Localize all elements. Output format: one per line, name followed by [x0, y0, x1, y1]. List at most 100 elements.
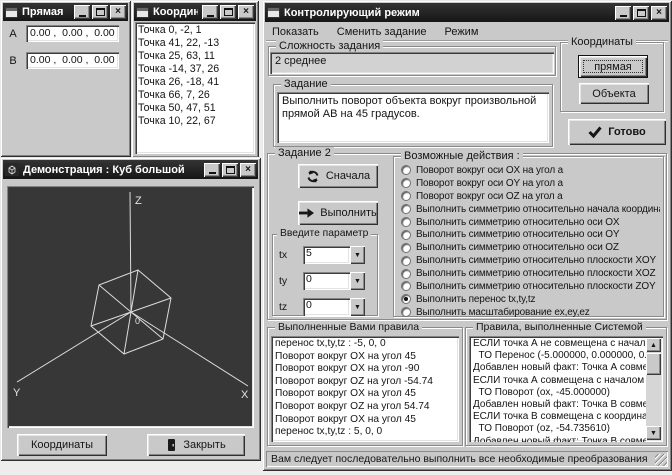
user-rule-item[interactable]: Поворот вокруг OX на угол 45 [275, 414, 455, 427]
minimize-button[interactable] [615, 6, 631, 20]
x-axis-label: X [241, 389, 249, 401]
user-rule-item[interactable]: Поворот вокруг OZ на угол 54.74 [275, 401, 455, 414]
point-list-item[interactable]: Точка 50, 47, 51 [138, 102, 252, 115]
close-button[interactable]: × [110, 5, 126, 19]
scroll-down-button[interactable]: ▼ [646, 426, 661, 440]
action-option[interactable]: Поворот вокруг оси OX на угол a [401, 164, 660, 177]
points-listbox[interactable]: Точка 0, -2, 1 Точка 41, 22, -13 Точка 2… [135, 22, 255, 154]
combo-dropdown-button[interactable]: ▼ [350, 246, 365, 264]
radio-icon[interactable] [401, 281, 411, 291]
point-coordinates-field[interactable]: 0.00 , 0.00 , 0.00 [26, 52, 119, 69]
combo-dropdown-button[interactable]: ▼ [350, 298, 365, 316]
system-rule-item[interactable]: ТО Поворот (oz, -54.735610) [473, 423, 646, 435]
possible-actions-group: Возможные действия : Поворот вокруг оси … [393, 156, 664, 317]
action-option[interactable]: Выполнить симметрию относительно оси OZ [401, 241, 660, 254]
parameter-value[interactable]: 0 [303, 298, 350, 316]
system-rule-item[interactable]: ЕСЛИ точка А не совмещена с началом [473, 338, 646, 350]
close-button[interactable]: × [651, 6, 667, 20]
system-rule-item[interactable]: ТО Поворот (ox, -45.000000) [473, 387, 646, 399]
close-demo-button[interactable]: Закрыть [147, 434, 245, 456]
radio-icon[interactable] [401, 256, 411, 266]
radio-icon[interactable] [401, 294, 411, 304]
close-button[interactable]: × [238, 5, 254, 19]
line-titlebar[interactable]: Прямая × [3, 3, 128, 21]
action-option[interactable]: Выполнить масштабирование ex,ey,ez [401, 306, 660, 319]
parameter-combobox[interactable]: 5 ▼ [303, 246, 365, 264]
demonstration-titlebar[interactable]: Демонстрация : Куб большой × [3, 160, 258, 179]
action-option[interactable]: Поворот вокруг оси OY на угол a [401, 177, 660, 190]
menu-item[interactable]: Режим [444, 26, 478, 38]
radio-icon[interactable] [401, 269, 411, 279]
radio-icon[interactable] [401, 230, 411, 240]
action-option[interactable]: Выполнить симметрию относительно оси OX [401, 216, 660, 229]
point-list-item[interactable]: Точка 26, -18, 41 [138, 76, 252, 89]
coordinates-button[interactable]: Координаты [17, 434, 107, 456]
point-list-item[interactable]: Точка 0, -2, 1 [138, 24, 252, 37]
radio-icon[interactable] [401, 307, 411, 317]
maximize-button[interactable] [92, 5, 108, 19]
parameter-value[interactable]: 5 [303, 246, 350, 264]
object-coordinates-button[interactable]: Объекта [579, 83, 649, 104]
scene-canvas[interactable]: Z Y X 0 [7, 186, 254, 428]
control-titlebar[interactable]: Контролирующий режим × [265, 3, 669, 22]
system-rule-item[interactable]: Добавлен новый факт: Точка В совмеще [473, 399, 646, 411]
point-list-item[interactable]: Точка 25, 63, 11 [138, 50, 252, 63]
user-rule-item[interactable]: перенос tx,ty,tz : -5, 0, 0 [275, 338, 455, 351]
system-rule-item[interactable]: ЕСЛИ точка В совмещена с координатно [473, 411, 646, 423]
system-rule-item[interactable]: ТО Перенос (-5.000000, 0.000000, 0.000 [473, 350, 646, 362]
point-list-item[interactable]: Точка -14, 37, 26 [138, 63, 252, 76]
vertical-scrollbar[interactable]: ▲ ▼ [646, 338, 661, 440]
action-option-label: Поворот вокруг оси OX на угол a [416, 165, 563, 176]
radio-icon[interactable] [401, 217, 411, 227]
action-option[interactable]: Выполнить симметрию относительно плоскос… [401, 254, 660, 267]
parameter-value[interactable]: 0 [303, 272, 350, 290]
menu-item[interactable]: Сменить задание [337, 26, 427, 38]
action-option[interactable]: Выполнить симметрию относительно начала … [401, 203, 660, 216]
menu-item[interactable]: Показать [272, 26, 319, 38]
user-rule-item[interactable]: Поворот вокруг OX на угол 45 [275, 388, 455, 401]
close-button[interactable]: × [240, 163, 256, 177]
action-option[interactable]: Выполнить симметрию относительно плоскос… [401, 280, 660, 293]
restart-button-label: Сначала [326, 170, 370, 182]
action-option[interactable]: Выполнить симметрию относительно оси OY [401, 228, 660, 241]
scroll-thumb[interactable] [646, 353, 661, 375]
maximize-button[interactable] [222, 163, 238, 177]
action-option[interactable]: Выполнить перенос tx,ty,tz [401, 293, 660, 306]
point-list-item[interactable]: Точка 66, 7, 26 [138, 89, 252, 102]
resize-grip[interactable] [655, 454, 667, 466]
point-list-item[interactable]: Точка 10, 22, 67 [138, 115, 252, 128]
system-rule-item[interactable]: ЕСЛИ точка А совмещена с началом коо [473, 375, 646, 387]
parameter-combobox[interactable]: 0 ▼ [303, 298, 365, 316]
system-rule-item[interactable]: Добавлен новый факт: Точка В совмеще [473, 436, 646, 442]
system-rule-item[interactable]: Добавлен новый факт: Точка А совмеще [473, 362, 646, 374]
restart-button[interactable]: Сначала [298, 164, 378, 188]
minimize-button[interactable] [202, 5, 218, 19]
system-rules-listbox[interactable]: ЕСЛИ точка А не совмещена с началом ТО П… [469, 336, 663, 442]
action-option[interactable]: Выполнить симметрию относительно плоскос… [401, 267, 660, 280]
line-window-title: Прямая [22, 6, 70, 18]
line-coordinates-button[interactable]: прямая [579, 56, 647, 77]
user-rule-item[interactable]: Поворот вокруг OX на угол 45 [275, 351, 455, 364]
scroll-up-button[interactable]: ▲ [646, 338, 661, 352]
action-option[interactable]: Поворот вокруг оси OZ на угол a [401, 190, 660, 203]
point-coordinates-field[interactable]: 0.00 , 0.00 , 0.00 [26, 25, 119, 42]
user-rule-item[interactable]: Поворот вокруг OX на угол -90 [275, 363, 455, 376]
radio-icon[interactable] [401, 243, 411, 253]
execute-button[interactable]: Выполнить [298, 201, 378, 225]
user-rule-item[interactable]: Поворот вокруг OZ на угол -54.74 [275, 376, 455, 389]
coordinates-titlebar[interactable]: Координа... × [134, 3, 256, 21]
radio-icon[interactable] [401, 191, 411, 201]
minimize-button[interactable] [204, 163, 220, 177]
maximize-button[interactable] [633, 6, 649, 20]
point-list-item[interactable]: Точка 41, 22, -13 [138, 37, 252, 50]
minimize-button[interactable] [74, 5, 90, 19]
user-rule-item[interactable]: перенос tx,ty,tz : 5, 0, 0 [275, 426, 455, 439]
radio-icon[interactable] [401, 178, 411, 188]
ready-button[interactable]: Готово [568, 119, 666, 145]
combo-dropdown-button[interactable]: ▼ [350, 272, 365, 290]
radio-icon[interactable] [401, 165, 411, 175]
parameter-combobox[interactable]: 0 ▼ [303, 272, 365, 290]
user-rules-listbox[interactable]: перенос tx,ty,tz : -5, 0, 0 Поворот вокр… [271, 336, 459, 442]
maximize-button[interactable] [220, 5, 236, 19]
radio-icon[interactable] [401, 204, 411, 214]
